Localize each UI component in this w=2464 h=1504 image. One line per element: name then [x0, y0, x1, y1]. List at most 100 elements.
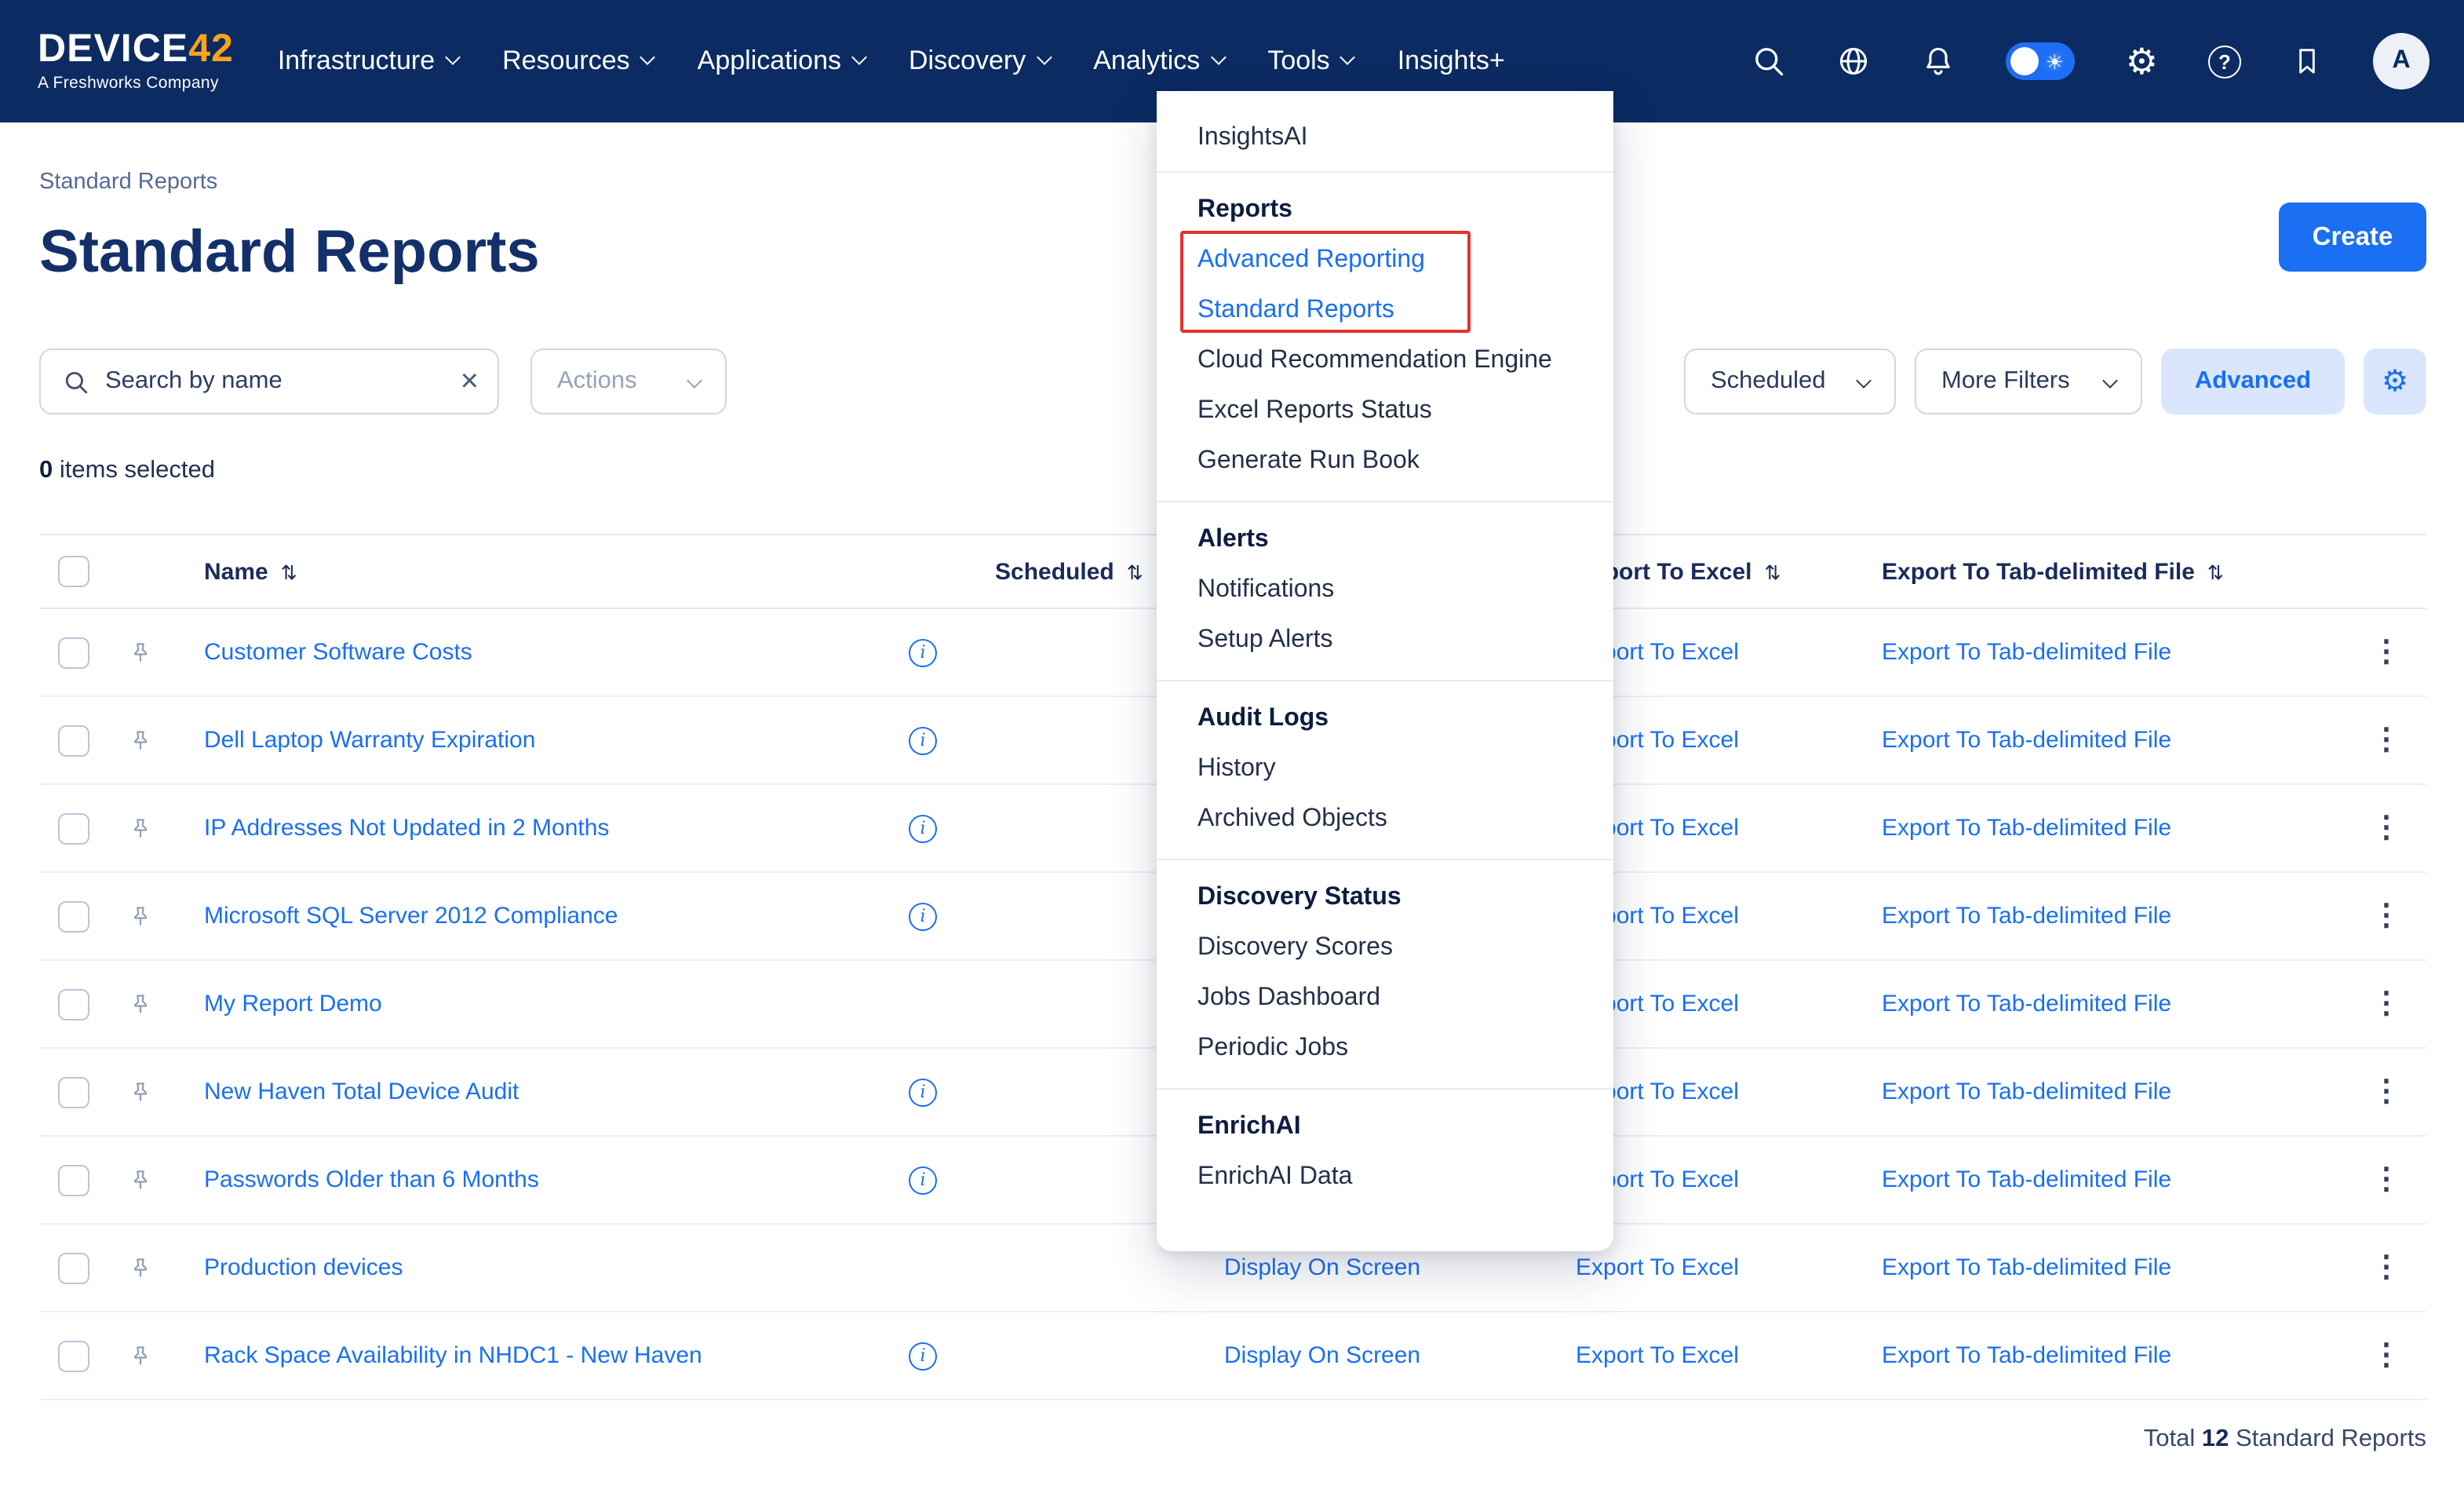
display-on-screen-link[interactable]: Display On Screen: [1224, 1254, 1420, 1281]
menu-item-standard-reports[interactable]: Standard Reports: [1157, 284, 1613, 334]
column-header-scheduled[interactable]: Scheduled: [995, 558, 1114, 585]
menu-item-excel-reports-status[interactable]: Excel Reports Status: [1157, 385, 1613, 435]
menu-item-enrichai-data[interactable]: EnrichAI Data: [1157, 1151, 1613, 1201]
nav-analytics[interactable]: Analytics: [1093, 46, 1223, 77]
info-icon[interactable]: i: [909, 638, 937, 666]
menu-item-insightsai[interactable]: InsightsAI: [1157, 110, 1613, 171]
avatar[interactable]: A: [2373, 33, 2429, 89]
row-checkbox[interactable]: [58, 988, 89, 1020]
row-actions-kebab[interactable]: ⋮: [2371, 813, 2401, 843]
menu-item-generate-run-book[interactable]: Generate Run Book: [1157, 435, 1613, 485]
report-name-link[interactable]: IP Addresses Not Updated in 2 Months: [204, 815, 609, 841]
row-actions-kebab[interactable]: ⋮: [2371, 725, 2401, 755]
export-to-tab-file-link[interactable]: Export To Tab-delimited File: [1882, 815, 2171, 841]
sort-icon[interactable]: ⇅: [2207, 560, 2224, 583]
sort-icon[interactable]: ⇅: [1127, 560, 1143, 583]
actions-dropdown[interactable]: Actions: [530, 349, 727, 414]
pin-icon[interactable]: [108, 1137, 171, 1223]
select-all-checkbox[interactable]: [58, 556, 89, 587]
display-on-screen-link[interactable]: Display On Screen: [1224, 1342, 1420, 1369]
advanced-filters-button[interactable]: Advanced: [2161, 349, 2345, 414]
report-name-link[interactable]: New Haven Total Device Audit: [204, 1079, 519, 1105]
row-checkbox[interactable]: [58, 1340, 89, 1371]
info-icon[interactable]: i: [909, 1078, 937, 1106]
menu-item-advanced-reporting[interactable]: Advanced Reporting: [1157, 234, 1613, 284]
scheduled-filter-dropdown[interactable]: Scheduled: [1684, 349, 1896, 414]
menu-item-archived-objects[interactable]: Archived Objects: [1157, 793, 1613, 843]
report-name-link[interactable]: Production devices: [204, 1254, 403, 1281]
menu-item-jobs-dashboard[interactable]: Jobs Dashboard: [1157, 972, 1613, 1022]
pin-icon[interactable]: [108, 1312, 171, 1399]
search-icon[interactable]: [1752, 44, 1787, 78]
pin-icon[interactable]: [108, 873, 171, 959]
export-to-tab-file-link[interactable]: Export To Tab-delimited File: [1882, 991, 2171, 1017]
row-actions-kebab[interactable]: ⋮: [2371, 989, 2401, 1019]
nav-applications[interactable]: Applications: [698, 46, 865, 77]
pin-icon[interactable]: [108, 697, 171, 783]
pin-icon[interactable]: [108, 785, 171, 871]
nav-resources[interactable]: Resources: [502, 46, 654, 77]
gear-icon[interactable]: ⚙: [2126, 43, 2158, 79]
row-actions-kebab[interactable]: ⋮: [2371, 637, 2401, 667]
breadcrumb[interactable]: Standard Reports: [39, 170, 217, 195]
menu-item-periodic-jobs[interactable]: Periodic Jobs: [1157, 1022, 1613, 1072]
table-settings-button[interactable]: ⚙: [2364, 349, 2426, 414]
row-actions-kebab[interactable]: ⋮: [2371, 1341, 2401, 1371]
export-to-tab-file-link[interactable]: Export To Tab-delimited File: [1882, 727, 2171, 754]
export-to-tab-file-link[interactable]: Export To Tab-delimited File: [1882, 1254, 2171, 1281]
report-name-link[interactable]: Dell Laptop Warranty Expiration: [204, 727, 535, 754]
clear-search-icon[interactable]: ×: [461, 366, 479, 397]
export-to-tab-file-link[interactable]: Export To Tab-delimited File: [1882, 1079, 2171, 1105]
row-checkbox[interactable]: [58, 1252, 89, 1283]
column-header-name[interactable]: Name: [204, 558, 268, 585]
more-filters-dropdown[interactable]: More Filters: [1915, 349, 2142, 414]
nav-discovery[interactable]: Discovery: [909, 46, 1049, 77]
create-button[interactable]: Create: [2279, 203, 2426, 272]
sort-icon[interactable]: ⇅: [1765, 560, 1781, 583]
info-icon[interactable]: i: [909, 814, 937, 842]
row-actions-kebab[interactable]: ⋮: [2371, 1165, 2401, 1195]
export-to-tab-file-link[interactable]: Export To Tab-delimited File: [1882, 639, 2171, 666]
row-actions-kebab[interactable]: ⋮: [2371, 1253, 2401, 1283]
info-icon[interactable]: i: [909, 1166, 937, 1194]
export-to-tab-file-link[interactable]: Export To Tab-delimited File: [1882, 1342, 2171, 1369]
menu-item-cloud-recommendation-engine[interactable]: Cloud Recommendation Engine: [1157, 334, 1613, 385]
device42-logo[interactable]: DEVICE42 A Freshworks Company: [38, 30, 234, 93]
globe-icon[interactable]: [1837, 44, 1872, 78]
theme-toggle[interactable]: ☀: [2007, 42, 2076, 80]
export-to-excel-link[interactable]: Export To Excel: [1576, 1342, 1739, 1369]
row-checkbox[interactable]: [58, 812, 89, 844]
pin-icon[interactable]: [108, 609, 171, 695]
pin-icon[interactable]: [108, 1049, 171, 1135]
pin-icon[interactable]: [108, 961, 171, 1047]
help-icon[interactable]: ?: [2208, 45, 2241, 78]
report-name-link[interactable]: My Report Demo: [204, 991, 382, 1017]
menu-item-history[interactable]: History: [1157, 743, 1613, 793]
bell-icon[interactable]: [1922, 44, 1956, 78]
report-name-link[interactable]: Rack Space Availability in NHDC1 - New H…: [204, 1342, 702, 1369]
row-checkbox[interactable]: [58, 637, 89, 668]
nav-tools[interactable]: Tools: [1267, 46, 1353, 77]
nav-insights-plus[interactable]: Insights+: [1398, 46, 1505, 77]
info-icon[interactable]: i: [909, 726, 937, 754]
report-name-link[interactable]: Microsoft SQL Server 2012 Compliance: [204, 903, 618, 929]
report-name-link[interactable]: Customer Software Costs: [204, 639, 472, 666]
row-checkbox[interactable]: [58, 900, 89, 932]
row-checkbox[interactable]: [58, 1164, 89, 1196]
export-to-tab-file-link[interactable]: Export To Tab-delimited File: [1882, 903, 2171, 929]
info-icon[interactable]: i: [909, 902, 937, 930]
column-header-tab-file[interactable]: Export To Tab-delimited File: [1882, 558, 2195, 585]
sort-icon[interactable]: ⇅: [281, 560, 297, 583]
row-actions-kebab[interactable]: ⋮: [2371, 1077, 2401, 1107]
export-to-excel-link[interactable]: Export To Excel: [1576, 1254, 1739, 1281]
bookmark-icon[interactable]: [2291, 44, 2323, 78]
export-to-tab-file-link[interactable]: Export To Tab-delimited File: [1882, 1166, 2171, 1193]
nav-infrastructure[interactable]: Infrastructure: [278, 46, 458, 77]
menu-item-setup-alerts[interactable]: Setup Alerts: [1157, 614, 1613, 664]
info-icon[interactable]: i: [909, 1342, 937, 1370]
row-checkbox[interactable]: [58, 1076, 89, 1108]
search-input[interactable]: [105, 367, 461, 396]
menu-item-notifications[interactable]: Notifications: [1157, 564, 1613, 614]
report-name-link[interactable]: Passwords Older than 6 Months: [204, 1166, 539, 1193]
menu-item-discovery-scores[interactable]: Discovery Scores: [1157, 922, 1613, 972]
